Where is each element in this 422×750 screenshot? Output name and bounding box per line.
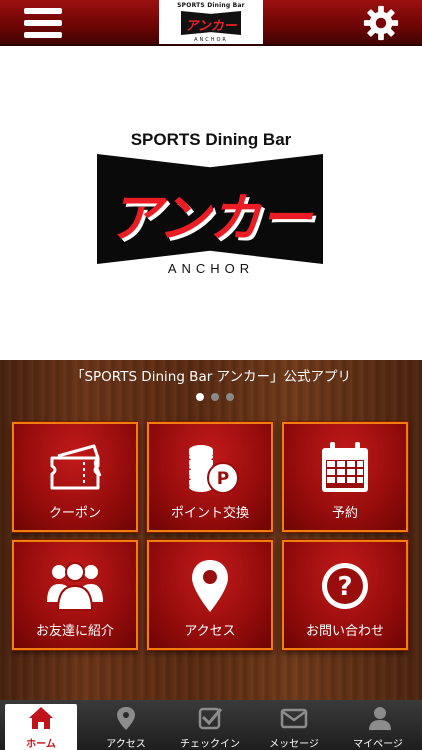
header-logo-bottom-text: ANCHOR xyxy=(194,37,228,43)
header-logo: SPORTS Dining Bar アンカー ANCHOR xyxy=(159,0,263,46)
tab-message-label: メッセージ xyxy=(269,739,319,750)
app-header: SPORTS Dining Bar アンカー ANCHOR xyxy=(0,0,422,46)
svg-text:?: ? xyxy=(337,572,352,602)
hero-logo-banner: アンカー xyxy=(97,154,323,264)
menu-area: 「SPORTS Dining Bar アンカー」公式アプリ クーポン P ポイン… xyxy=(0,360,422,700)
map-pin-icon xyxy=(117,707,135,730)
tab-checkin-label: チェックイン xyxy=(180,739,240,750)
bottom-tab-bar: ホーム アクセス チェックイン メッセージ マイページ xyxy=(0,700,422,750)
gear-icon[interactable] xyxy=(362,4,400,42)
app-title: 「SPORTS Dining Bar アンカー」公式アプリ xyxy=(70,369,352,385)
tab-mypage-label: マイページ xyxy=(353,739,403,750)
coins-icon: P xyxy=(189,445,239,494)
group-icon xyxy=(47,562,103,611)
contact-label: お問い合わせ xyxy=(305,624,384,639)
reservation-label: 予約 xyxy=(331,506,358,521)
tab-message[interactable]: メッセージ xyxy=(252,700,336,750)
envelope-icon xyxy=(280,708,308,729)
coupon-button[interactable]: クーポン xyxy=(12,422,138,532)
point-exchange-label: ポイント交換 xyxy=(170,506,249,521)
hero-subtitle: SPORTS Dining Bar xyxy=(130,130,292,149)
carousel-dot[interactable] xyxy=(211,393,219,401)
hero-logo-kana: アンカー xyxy=(109,189,312,249)
tab-home-label: ホーム xyxy=(26,739,56,750)
tab-mypage[interactable]: マイページ xyxy=(336,700,420,750)
header-logo-top-text: SPORTS Dining Bar xyxy=(177,2,245,9)
question-icon: ? xyxy=(322,563,368,609)
access-button[interactable]: アクセス xyxy=(147,540,273,650)
carousel-dots[interactable] xyxy=(196,393,236,401)
reservation-button[interactable]: 予約 xyxy=(282,422,408,532)
checkbox-icon xyxy=(198,707,223,730)
header-logo-kana: アンカー xyxy=(185,19,237,34)
home-icon xyxy=(29,707,53,729)
tab-home[interactable]: ホーム xyxy=(5,704,77,750)
tab-access-label: アクセス xyxy=(106,739,146,750)
hero-banner: SPORTS Dining Bar アンカー ANCHOR xyxy=(0,46,422,360)
tab-checkin[interactable]: チェックイン xyxy=(168,700,252,750)
coupon-label: クーポン xyxy=(48,506,101,521)
hero-logo-english: ANCHOR xyxy=(167,261,255,276)
point-exchange-button[interactable]: P ポイント交換 xyxy=(147,422,273,532)
carousel-dot[interactable] xyxy=(226,393,234,401)
svg-text:P: P xyxy=(217,469,229,489)
hamburger-menu-icon[interactable] xyxy=(24,8,62,38)
carousel-dot[interactable] xyxy=(196,393,204,401)
invite-friend-label: お友達に紹介 xyxy=(35,624,114,639)
calendar-icon xyxy=(322,442,368,492)
access-label: アクセス xyxy=(184,624,236,639)
map-pin-icon xyxy=(192,560,228,612)
contact-button[interactable]: ? お問い合わせ xyxy=(282,540,408,650)
header-logo-banner: アンカー xyxy=(181,11,241,35)
invite-friend-button[interactable]: お友達に紹介 xyxy=(12,540,138,650)
tab-access[interactable]: アクセス xyxy=(84,700,168,750)
user-icon xyxy=(369,707,391,730)
ticket-icon xyxy=(50,444,102,490)
